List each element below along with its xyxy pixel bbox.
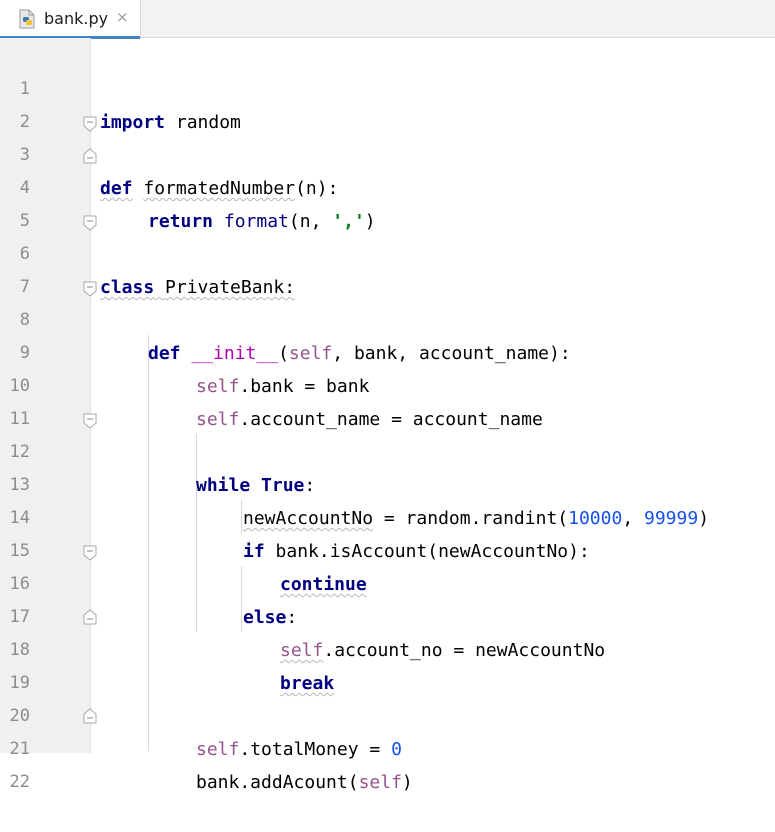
code-line[interactable]: 7 [0,238,775,297]
code-line[interactable]: 22 [0,733,775,792]
code-line[interactable]: 6 class PrivateBank: [0,205,775,298]
code-line[interactable]: 16 else: [0,535,775,628]
code-line[interactable]: 10 self.account_name = account_name [0,337,775,430]
self-keyword: self [358,772,402,793]
tab-bank-py[interactable]: bank.py × [0,0,141,39]
code-line[interactable]: 4 return format(n, ',') [0,139,775,232]
tab-filename: bank.py [44,9,109,28]
code-line[interactable]: 3 def formatedNumber(n): [0,106,775,199]
code-line[interactable]: 12 while True: [0,403,775,496]
code-line[interactable]: 9 self.bank = bank [0,304,775,397]
editor-tab-bar: bank.py × [0,0,775,39]
code-line[interactable]: 13 newAccountNo = random.randint(10000, … [0,436,775,529]
python-file-icon [19,9,35,29]
code-line[interactable]: 18 break [0,601,775,694]
code-line[interactable]: 8 def __init__(self, bank, account_name)… [0,271,775,364]
code-line[interactable]: 21 bank.addAcount(self) [0,700,775,793]
close-icon[interactable]: × [116,8,129,26]
code-line[interactable]: 1 import random [0,40,775,133]
code-line[interactable]: 11 [0,370,775,429]
code-line[interactable]: 15 continue [0,502,775,595]
code-line[interactable]: 14 if bank.isAccount(newAccountNo): [0,469,775,562]
line-number: 22 [9,772,30,792]
code-text: bank.addAcount(self) [196,772,413,793]
code-line[interactable]: 5 [0,172,775,231]
code-line[interactable]: 2 [0,73,775,132]
code-editor[interactable]: 1 import random 2 3 def formatedNumber(n… [0,38,775,793]
code-line[interactable]: 17 self.account_no = newAccountNo [0,568,775,661]
code-line[interactable]: 19 [0,634,775,693]
code-line[interactable]: 20 self.totalMoney = 0 [0,667,775,760]
